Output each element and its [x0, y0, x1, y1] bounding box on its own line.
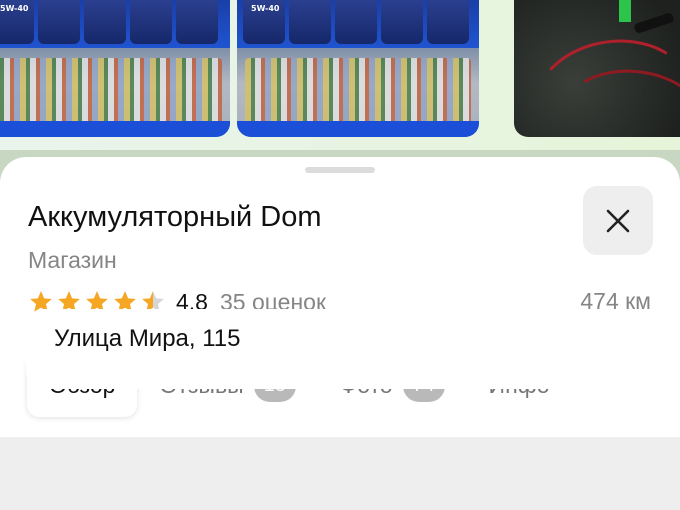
oil-bottle: [130, 0, 172, 44]
photo-gallery[interactable]: 5W-40 5W-40: [0, 0, 680, 150]
sheet-grabber-handle[interactable]: [305, 167, 375, 173]
cables-photo[interactable]: [514, 0, 680, 137]
oil-bottle: [381, 0, 423, 44]
oil-bottle: [84, 0, 126, 44]
details-section: [0, 437, 680, 510]
oil-bottle: [289, 0, 331, 44]
close-button[interactable]: [583, 186, 653, 255]
address-text: Улица Мира, 115: [54, 325, 241, 352]
oil-bottle: 5W-40: [243, 0, 285, 44]
oil-bottle: [335, 0, 377, 44]
place-title: Аккумуляторный Dom: [28, 201, 322, 233]
oil-bottle: [38, 0, 80, 44]
close-icon: [606, 209, 630, 232]
place-category: Магазин: [28, 247, 117, 273]
shelf-photo-1[interactable]: 5W-40: [0, 0, 230, 137]
oil-bottle: [427, 0, 469, 44]
shelf-photo-2[interactable]: 5W-40: [237, 0, 479, 137]
oil-bottle: 5W-40: [0, 0, 34, 44]
address-card[interactable]: Улица Мира, 115: [26, 309, 654, 389]
oil-bottle: [176, 0, 218, 44]
